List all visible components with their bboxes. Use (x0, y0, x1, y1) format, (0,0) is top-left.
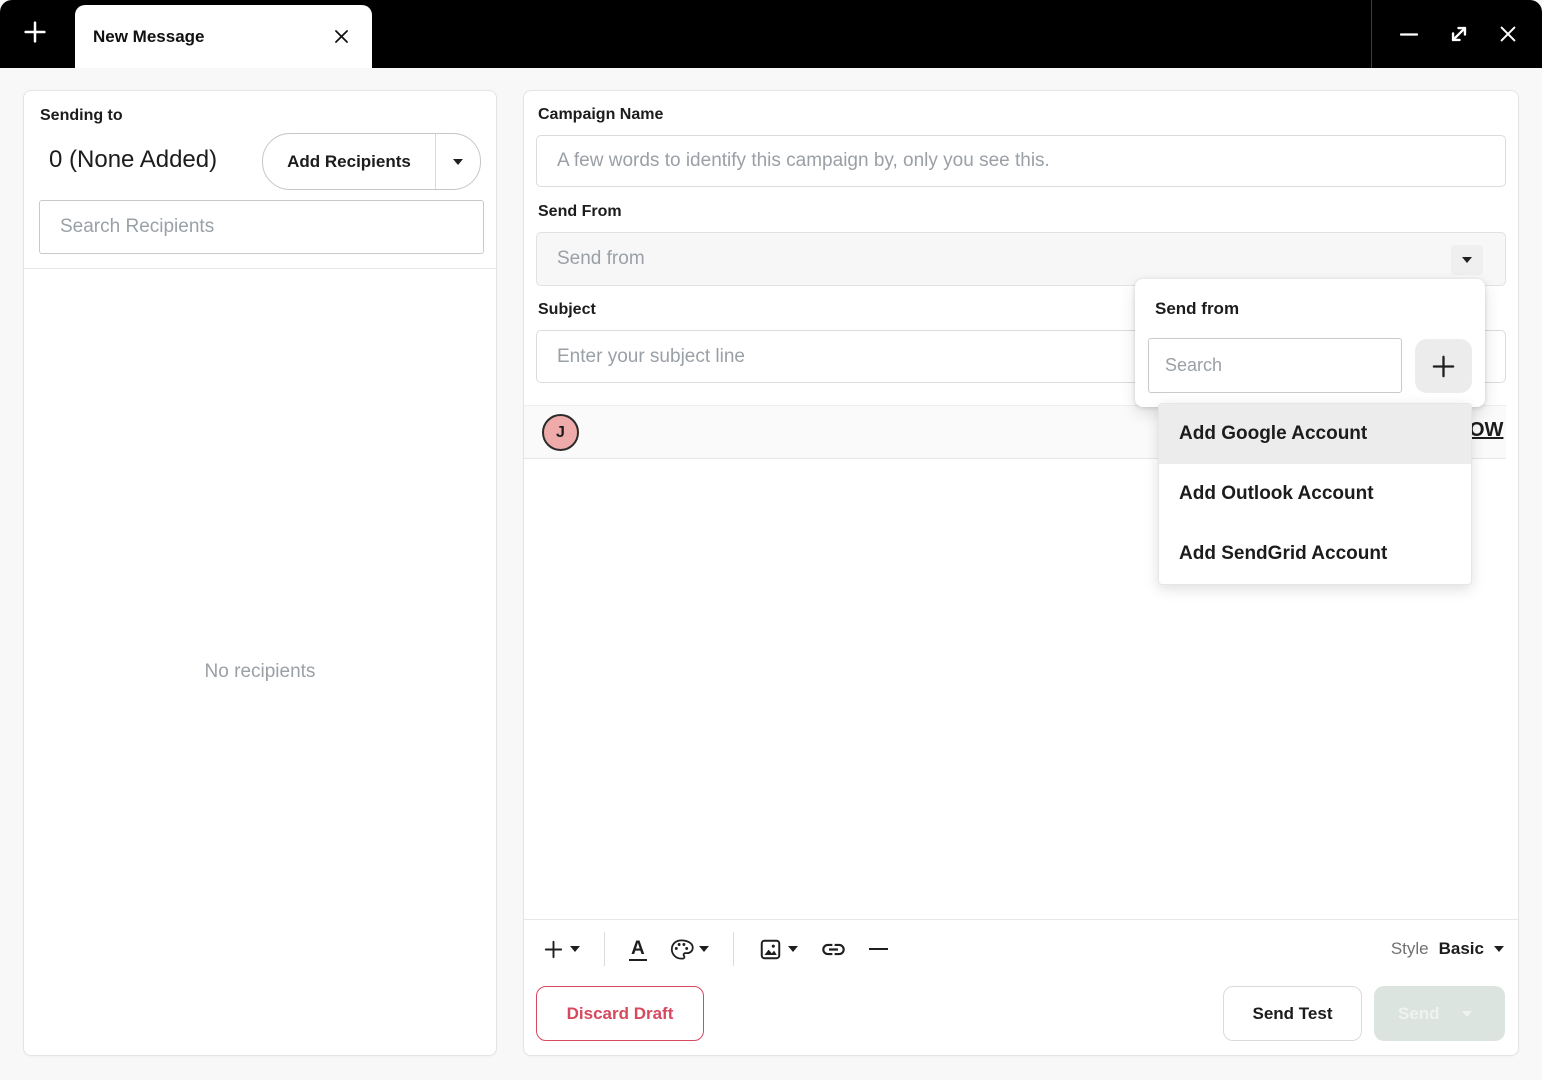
chevron-down-icon (698, 946, 709, 952)
add-recipients-button[interactable]: Add Recipients (262, 133, 481, 190)
text-color-button[interactable] (665, 935, 713, 964)
app-window: New Message Sending to 0 (None Added) Ad… (0, 0, 1542, 1080)
toolbar-separator (732, 932, 734, 966)
editor-toolbar: A (538, 929, 892, 969)
link-icon (821, 943, 845, 955)
horizontal-rule-button[interactable] (865, 946, 892, 953)
partial-link[interactable]: OW (1469, 419, 1503, 442)
maximize-button[interactable] (1442, 17, 1476, 51)
discard-draft-button[interactable]: Discard Draft (536, 986, 704, 1041)
send-from-popup: Send from (1135, 279, 1485, 407)
format-text-icon: A (629, 937, 647, 961)
menu-item-add-sendgrid-account[interactable]: Add SendGrid Account (1159, 524, 1471, 584)
style-chooser[interactable]: Style Basic (1391, 929, 1504, 969)
style-value: Basic (1438, 939, 1484, 958)
send-from-search-input[interactable] (1148, 338, 1402, 393)
tab-title: New Message (93, 26, 205, 46)
send-from-label: Send From (538, 203, 622, 220)
minimize-button[interactable] (1392, 17, 1426, 51)
add-recipients-label[interactable]: Add Recipients (263, 134, 436, 189)
menu-item-add-outlook-account[interactable]: Add Outlook Account (1159, 464, 1471, 524)
chevron-down-icon (1494, 946, 1504, 952)
campaign-name-input[interactable] (536, 135, 1506, 187)
text-format-button[interactable]: A (625, 936, 651, 963)
recipient-count: 0 (None Added) (49, 146, 218, 173)
search-recipients-input[interactable] (39, 200, 484, 254)
send-from-placeholder: Send from (557, 248, 645, 269)
send-button-label: Send (1398, 1003, 1440, 1023)
horizontal-rule-icon (868, 947, 888, 951)
minimize-icon (1399, 33, 1419, 36)
title-bar: New Message (0, 0, 1542, 68)
close-icon (1500, 26, 1516, 42)
insert-button[interactable] (538, 936, 584, 963)
divider (24, 268, 496, 269)
send-test-button[interactable]: Send Test (1223, 986, 1362, 1041)
menu-item-add-google-account[interactable]: Add Google Account (1159, 404, 1471, 464)
tab-close-button[interactable] (328, 24, 354, 50)
chevron-down-icon (787, 946, 798, 952)
send-button[interactable]: Send (1374, 986, 1505, 1041)
chevron-down-icon (570, 946, 580, 952)
chevron-down-icon (453, 158, 463, 165)
insert-link-button[interactable] (816, 934, 851, 965)
close-icon (334, 30, 348, 43)
image-icon (760, 939, 780, 959)
titlebar-separator (1371, 0, 1372, 68)
plus-icon (1432, 355, 1455, 377)
no-recipients-text: No recipients (204, 661, 316, 682)
tab-new-message[interactable]: New Message (75, 5, 372, 68)
new-tab-button[interactable] (18, 17, 52, 51)
expand-icon (1451, 26, 1467, 42)
add-account-menu: Add Google Account Add Outlook Account A… (1158, 403, 1472, 585)
sending-to-label: Sending to (40, 107, 123, 124)
toolbar-separator (604, 932, 605, 966)
plus-icon (20, 17, 50, 52)
insert-image-button[interactable] (754, 935, 802, 964)
send-from-dropdown-button[interactable] (1451, 245, 1483, 275)
subject-label: Subject (538, 301, 596, 318)
avatar[interactable]: J (542, 414, 579, 451)
send-from-popup-title: Send from (1155, 299, 1240, 318)
divider (524, 919, 1518, 920)
window-close-button[interactable] (1491, 17, 1525, 51)
style-label: Style (1390, 939, 1429, 958)
palette-icon (670, 938, 694, 960)
send-from-field[interactable]: Send from (536, 232, 1506, 286)
recipients-panel: Sending to 0 (None Added) Add Recipients… (23, 90, 497, 1056)
chevron-down-icon (1461, 1010, 1472, 1017)
add-recipients-dropdown[interactable] (436, 134, 480, 189)
chevron-down-icon (1462, 257, 1472, 263)
add-account-button[interactable] (1415, 339, 1472, 393)
campaign-name-label: Campaign Name (538, 106, 664, 123)
plus-icon (544, 940, 563, 958)
